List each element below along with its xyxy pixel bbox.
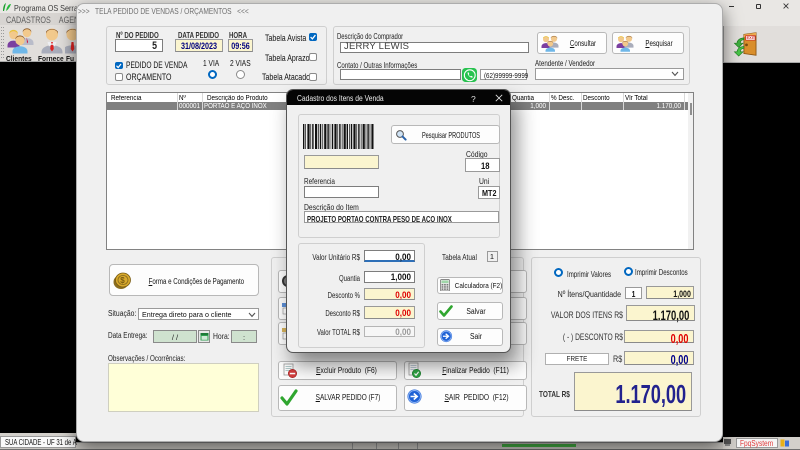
svg-text:EXIT: EXIT [747,35,756,40]
svg-text:$: $ [120,276,125,285]
